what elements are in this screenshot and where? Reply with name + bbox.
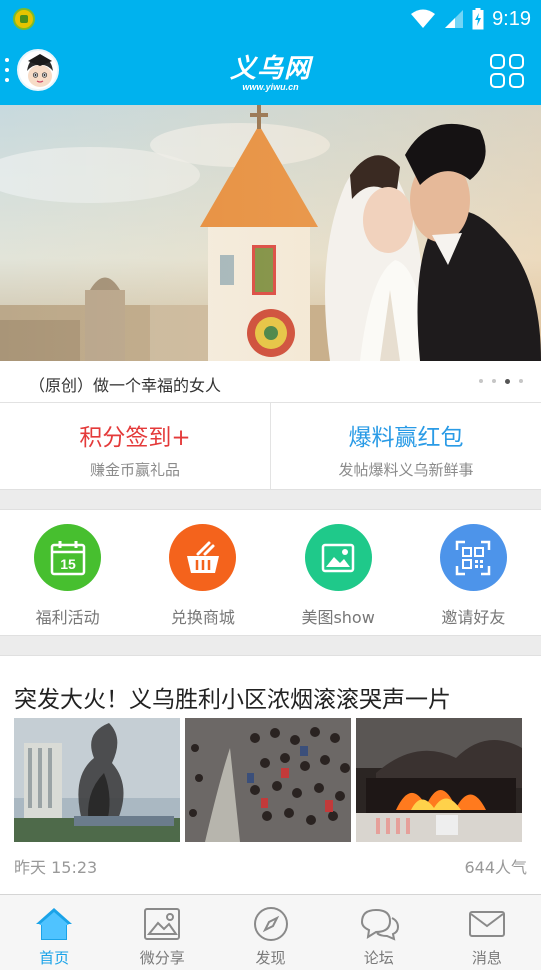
tab-label: 微分享 bbox=[139, 949, 185, 967]
news-thumbnails bbox=[14, 718, 522, 842]
pager-dot bbox=[492, 379, 496, 383]
news-time: 昨天 15:23 bbox=[14, 858, 98, 877]
chat-icon bbox=[325, 904, 433, 944]
news-title: 突发大火！义乌胜利小区浓烟滚滚哭声一片 bbox=[14, 687, 451, 713]
clock: 9:19 bbox=[492, 7, 531, 30]
pager-dot bbox=[519, 379, 523, 383]
qrcode-icon bbox=[439, 524, 507, 591]
app-grid-button[interactable] bbox=[490, 54, 524, 88]
tab-label: 消息 bbox=[471, 949, 502, 967]
news-thumbnail[interactable] bbox=[185, 718, 351, 842]
tab-home[interactable]: 首页 bbox=[0, 895, 108, 970]
news-thumbnail[interactable] bbox=[356, 718, 522, 842]
report-subtitle: 发帖爆料义乌新鲜事 bbox=[338, 461, 474, 479]
calendar-icon: 15 bbox=[34, 524, 102, 591]
quick-nav-label: 兑换商城 bbox=[170, 608, 235, 627]
quick-nav-photos[interactable]: 美图show bbox=[271, 510, 406, 635]
status-bar: 9:19 bbox=[0, 0, 541, 38]
image-icon bbox=[304, 524, 372, 591]
picture-icon bbox=[108, 904, 216, 944]
news-card[interactable]: 突发大火！义乌胜利小区浓烟滚滚哭声一片 昨天 15:23 644人气 bbox=[0, 655, 541, 894]
compass-icon bbox=[216, 904, 324, 944]
basket-icon bbox=[169, 524, 237, 591]
quick-nav-label: 美图show bbox=[301, 608, 375, 627]
site-logo: 义乌网 www.yiwu.cn bbox=[0, 48, 541, 92]
bottom-tab-bar: 首页 微分享 发现 论坛 消息 bbox=[0, 894, 541, 970]
banner-pager bbox=[479, 378, 523, 384]
battery-icon bbox=[472, 8, 484, 30]
report-title: 爆料赢红包 bbox=[348, 425, 464, 451]
wedding-photo bbox=[0, 105, 541, 361]
quick-nav-invite[interactable]: 邀请好友 bbox=[406, 510, 541, 635]
tab-messages[interactable]: 消息 bbox=[433, 895, 541, 970]
logo-text: 义乌网 bbox=[229, 54, 311, 84]
pager-dot-active bbox=[505, 378, 510, 384]
tab-discover[interactable]: 发现 bbox=[216, 895, 324, 970]
wifi-icon bbox=[410, 8, 436, 30]
quick-nav-mall[interactable]: 兑换商城 bbox=[135, 510, 270, 635]
tab-label: 论坛 bbox=[363, 949, 394, 967]
news-thumbnail[interactable] bbox=[14, 718, 180, 842]
report-promo[interactable]: 爆料赢红包 发帖爆料义乌新鲜事 bbox=[270, 403, 541, 489]
tab-label: 首页 bbox=[39, 949, 70, 967]
app-header: 义乌网 www.yiwu.cn bbox=[0, 38, 541, 105]
home-icon bbox=[0, 904, 108, 944]
app-notification-icon bbox=[13, 8, 35, 30]
checkin-promo[interactable]: 积分签到+ 赚金币赢礼品 bbox=[0, 403, 270, 489]
checkin-title: 积分签到+ bbox=[79, 425, 191, 451]
quick-nav-welfare[interactable]: 15 福利活动 bbox=[0, 510, 135, 635]
news-views: 644人气 bbox=[464, 858, 527, 877]
signal-icon bbox=[444, 8, 464, 30]
banner-caption-bar[interactable]: （原创）做一个幸福的女人 bbox=[0, 361, 541, 403]
tab-share[interactable]: 微分享 bbox=[108, 895, 216, 970]
calendar-day: 15 bbox=[60, 556, 76, 572]
banner-image[interactable] bbox=[0, 105, 541, 361]
quick-nav-label: 邀请好友 bbox=[441, 608, 506, 627]
quick-nav-label: 福利活动 bbox=[35, 608, 100, 627]
quick-nav: 15 福利活动 兑换商城 美图show 邀请好友 bbox=[0, 509, 541, 636]
tab-label: 发现 bbox=[255, 949, 286, 967]
logo-url: www.yiwu.cn bbox=[242, 82, 299, 92]
checkin-subtitle: 赚金币赢礼品 bbox=[89, 461, 180, 479]
promo-row: 积分签到+ 赚金币赢礼品 爆料赢红包 发帖爆料义乌新鲜事 bbox=[0, 403, 541, 490]
pager-dot bbox=[479, 379, 483, 383]
mail-icon bbox=[433, 904, 541, 944]
banner-caption: （原创）做一个幸福的女人 bbox=[29, 376, 222, 395]
tab-forum[interactable]: 论坛 bbox=[325, 895, 433, 970]
